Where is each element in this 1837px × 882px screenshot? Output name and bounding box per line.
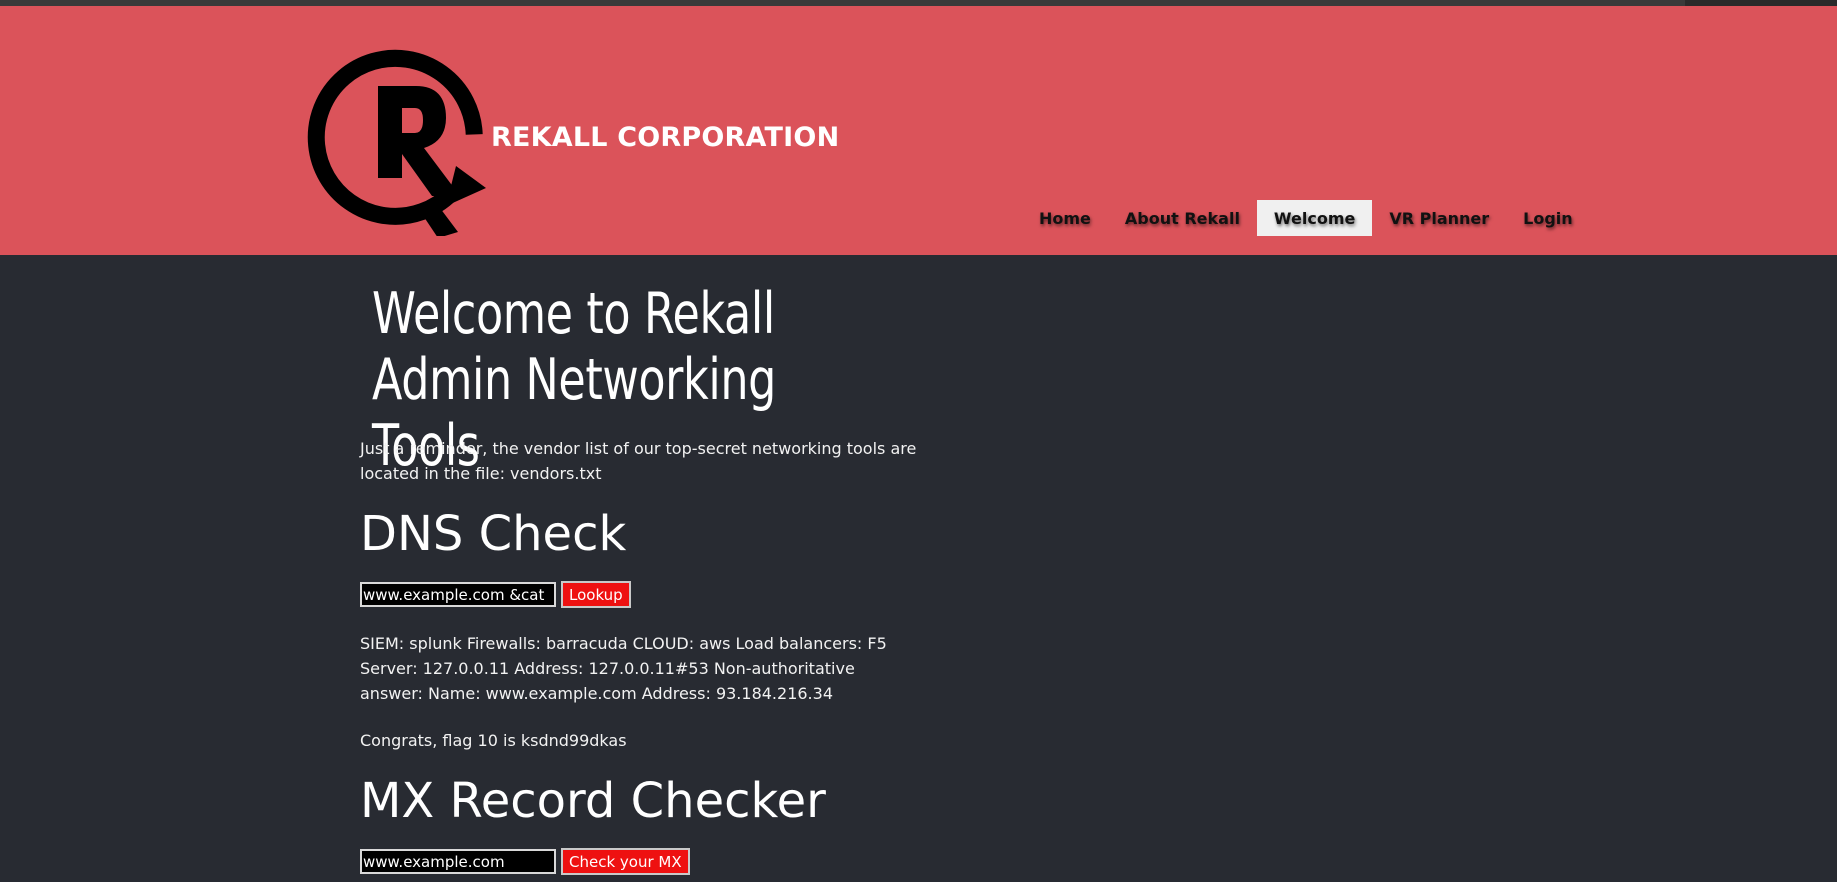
nav-vr-planner[interactable]: VR Planner	[1372, 200, 1506, 236]
vendor-reminder: Just a reminder, the vendor list of our …	[360, 439, 917, 483]
nav-home[interactable]: Home	[1022, 200, 1108, 236]
dns-check-form: Lookup	[360, 581, 631, 608]
mx-check-form: Check your MX	[360, 848, 690, 875]
check-mx-button[interactable]: Check your MX	[561, 848, 690, 875]
dns-check-heading: DNS Check	[360, 506, 627, 562]
dns-lookup-input[interactable]	[360, 582, 556, 607]
rekall-logo-icon[interactable]	[298, 36, 498, 236]
dns-lookup-result: SIEM: splunk Firewalls: barracuda CLOUD:…	[360, 634, 887, 703]
site-header: REKALL CORPORATION Home About Rekall Wel…	[0, 6, 1837, 255]
mx-record-checker-heading: MX Record Checker	[360, 773, 826, 829]
nav-welcome[interactable]: Welcome	[1256, 200, 1373, 236]
flag-message: Congrats, flag 10 is ksdnd99dkas	[360, 731, 627, 750]
nav-about-rekall[interactable]: About Rekall	[1108, 200, 1257, 236]
lookup-button[interactable]: Lookup	[561, 581, 631, 608]
main-nav: Home About Rekall Welcome VR Planner Log…	[1022, 200, 1590, 236]
brand-name: REKALL CORPORATION	[491, 122, 840, 153]
mx-domain-input[interactable]	[360, 849, 556, 874]
nav-login[interactable]: Login	[1506, 200, 1590, 236]
